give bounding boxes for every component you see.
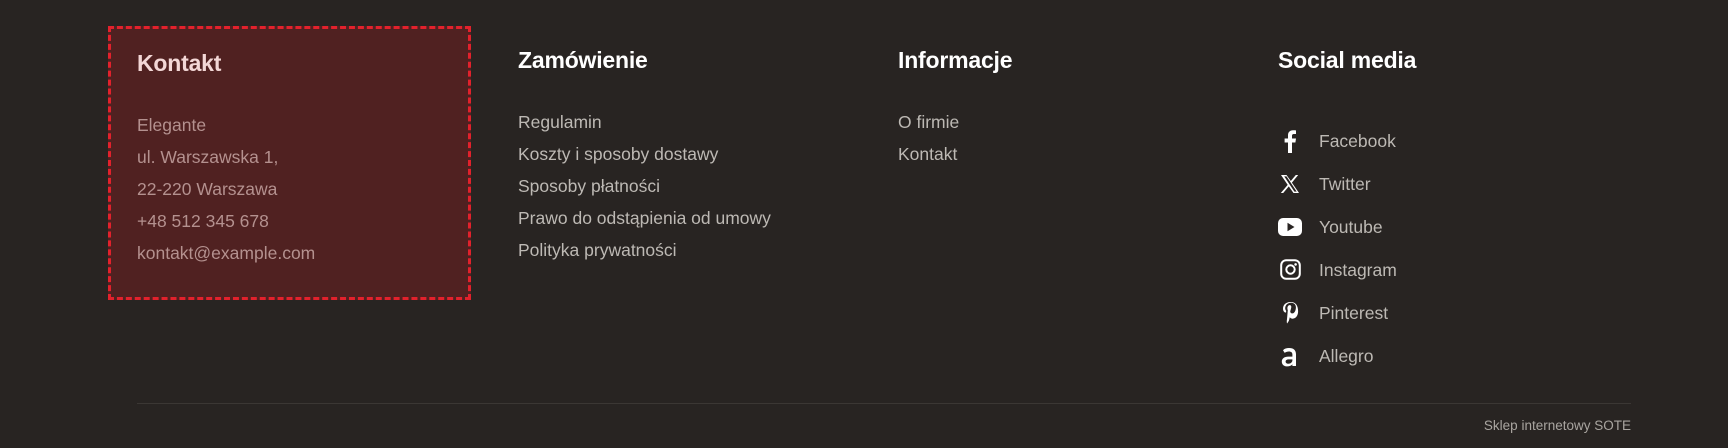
link-contact-label[interactable]: Kontakt — [898, 144, 957, 164]
link-about-label[interactable]: O firmie — [898, 112, 959, 132]
social-instagram-label[interactable]: Instagram — [1319, 261, 1397, 279]
instagram-icon — [1277, 257, 1303, 283]
social-facebook-label[interactable]: Facebook — [1319, 132, 1396, 150]
link-privacy-policy-label[interactable]: Polityka prywatności — [518, 240, 677, 260]
info-links: O firmie Kontakt — [898, 112, 959, 178]
link-about[interactable]: O firmie — [898, 112, 959, 146]
link-regulamin-label[interactable]: Regulamin — [518, 112, 602, 132]
email-address[interactable]: kontakt@example.com — [137, 244, 315, 277]
link-withdrawal-right[interactable]: Prawo do odstąpienia od umowy — [518, 208, 771, 242]
social-twitter-label[interactable]: Twitter — [1319, 175, 1371, 193]
social-allegro-label[interactable]: Allegro — [1319, 347, 1373, 365]
link-privacy-policy[interactable]: Polityka prywatności — [518, 240, 771, 274]
pinterest-icon — [1277, 300, 1303, 326]
order-links: Regulamin Koszty i sposoby dostawy Sposo… — [518, 112, 771, 274]
link-contact[interactable]: Kontakt — [898, 144, 959, 178]
info-heading: Informacje — [898, 47, 1013, 73]
contact-list: Elegante ul. Warszawska 1, 22-220 Warsza… — [137, 115, 315, 277]
contact-heading: Kontakt — [137, 50, 222, 76]
social-youtube-label[interactable]: Youtube — [1319, 218, 1383, 236]
social-youtube[interactable]: Youtube — [1278, 205, 1397, 248]
link-delivery-costs-label[interactable]: Koszty i sposoby dostawy — [518, 144, 718, 164]
social-allegro[interactable]: Allegro — [1278, 334, 1397, 377]
shop-credit-link[interactable]: Sklep internetowy SOTE — [1484, 418, 1631, 433]
link-withdrawal-right-label[interactable]: Prawo do odstąpienia od umowy — [518, 208, 771, 228]
social-pinterest[interactable]: Pinterest — [1278, 291, 1397, 334]
order-heading: Zamówienie — [518, 47, 648, 73]
link-payment-methods-label[interactable]: Sposoby płatności — [518, 176, 660, 196]
social-twitter[interactable]: Twitter — [1278, 162, 1397, 205]
footer-divider — [137, 403, 1631, 404]
company-name: Elegante — [137, 115, 207, 135]
address-city: 22-220 Warszawa — [137, 179, 278, 199]
youtube-icon — [1277, 214, 1303, 240]
address-street: ul. Warszawska 1, — [137, 147, 279, 167]
social-pinterest-label[interactable]: Pinterest — [1319, 304, 1388, 322]
x-twitter-icon — [1277, 171, 1303, 197]
link-payment-methods[interactable]: Sposoby płatności — [518, 176, 771, 210]
social-facebook[interactable]: Facebook — [1278, 119, 1397, 162]
allegro-icon — [1277, 343, 1303, 369]
link-regulamin[interactable]: Regulamin — [518, 112, 771, 146]
social-instagram[interactable]: Instagram — [1278, 248, 1397, 291]
contact-column: Kontakt Elegante ul. Warszawska 1, 22-22… — [108, 26, 471, 300]
social-links: Facebook Twitter Youtube Instagram Pinte… — [1278, 119, 1397, 377]
facebook-icon — [1277, 128, 1303, 154]
phone-number[interactable]: +48 512 345 678 — [137, 212, 315, 245]
link-delivery-costs[interactable]: Koszty i sposoby dostawy — [518, 144, 771, 178]
social-heading: Social media — [1278, 47, 1417, 73]
